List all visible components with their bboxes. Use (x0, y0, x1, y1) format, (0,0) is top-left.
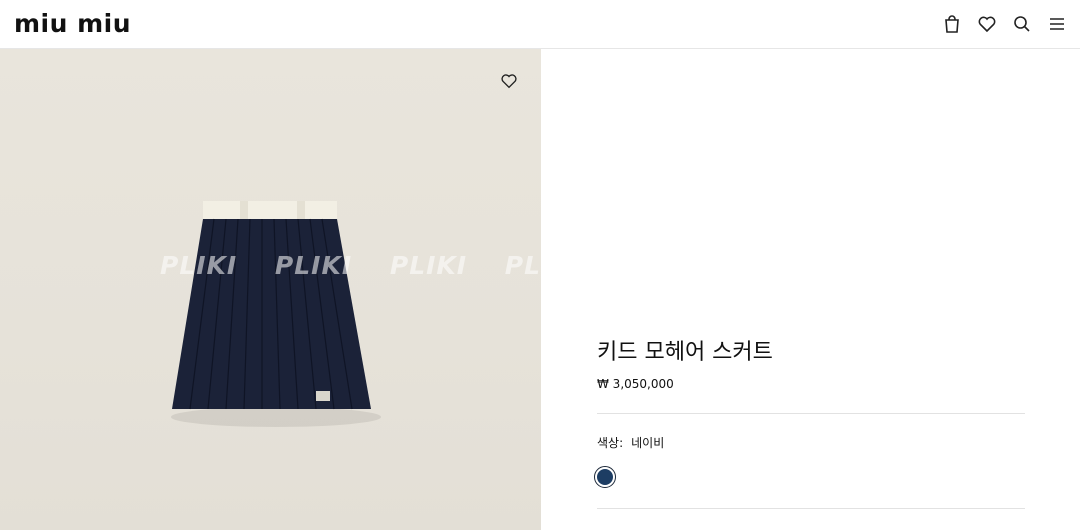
product-title: 키드 모헤어 스커트 (597, 340, 773, 365)
product-price: ₩ 3,050,000 (597, 377, 674, 391)
site-header: miu miu (0, 0, 1080, 49)
heart-icon[interactable] (976, 13, 998, 35)
color-label: 색상: (597, 436, 624, 450)
skirt-illustration (171, 201, 381, 427)
divider (597, 508, 1025, 509)
color-swatch-navy[interactable] (594, 466, 616, 488)
divider (597, 413, 1025, 414)
color-row: 색상: 네이비 (597, 435, 664, 451)
color-value: 네이비 (631, 436, 665, 450)
search-icon[interactable] (1011, 13, 1033, 35)
menu-icon[interactable] (1046, 13, 1068, 35)
wishlist-heart-icon[interactable] (497, 69, 521, 93)
product-image[interactable]: PLIKI PLIKI PLIKI PLIKI PL (0, 49, 541, 530)
brand-logo[interactable]: miu miu (14, 9, 131, 39)
watermark: PLIKI PLIKI PLIKI PLIKI PL (160, 251, 541, 280)
swatch-fill (597, 469, 613, 485)
product-details: 키드 모헤어 스커트 ₩ 3,050,000 색상: 네이비 (541, 49, 1080, 530)
bag-icon[interactable] (941, 13, 963, 35)
